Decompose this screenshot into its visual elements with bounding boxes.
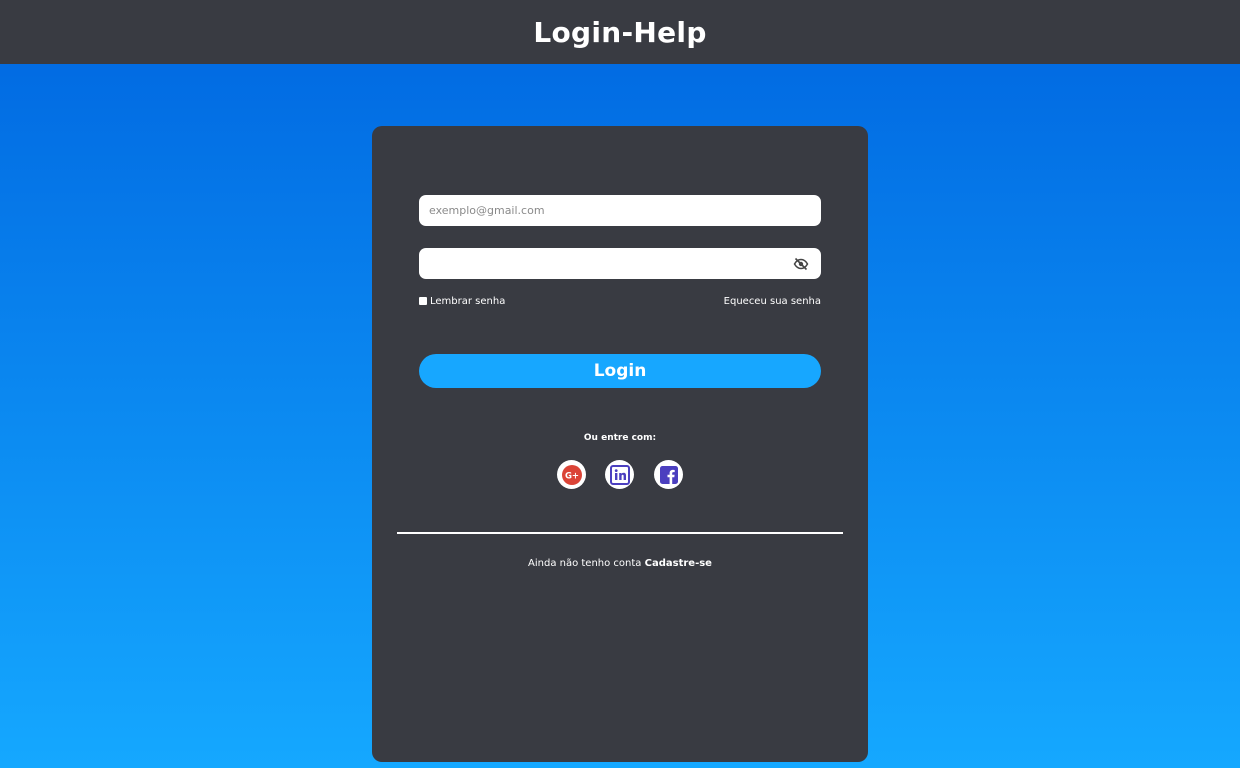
email-field-container bbox=[419, 195, 821, 226]
facebook-button[interactable] bbox=[654, 460, 683, 489]
signup-row: Ainda não tenho conta Cadastre-se bbox=[372, 558, 868, 569]
login-button[interactable]: Login bbox=[419, 354, 821, 388]
password-field-container bbox=[419, 248, 821, 279]
login-card: Lembrar senha Equeceu sua senha Login Ou… bbox=[372, 126, 868, 762]
remember-label: Lembrar senha bbox=[430, 295, 506, 307]
social-login-buttons: G+ bbox=[372, 460, 868, 490]
google-plus-icon: G+ bbox=[561, 464, 582, 485]
email-input[interactable] bbox=[419, 195, 821, 226]
header-bar: Login-Help bbox=[0, 0, 1240, 64]
app-title: Login-Help bbox=[533, 15, 707, 49]
remember-checkbox[interactable] bbox=[419, 297, 427, 305]
signup-prompt: Ainda não tenho conta bbox=[528, 558, 642, 569]
facebook-icon bbox=[659, 465, 678, 484]
remember-checkbox-label[interactable]: Lembrar senha bbox=[419, 296, 505, 307]
forgot-password-link[interactable]: Equeceu sua senha bbox=[724, 296, 821, 307]
eye-slash-icon[interactable] bbox=[793, 256, 809, 272]
linkedin-button[interactable] bbox=[605, 460, 634, 489]
signup-link[interactable]: Cadastre-se bbox=[645, 558, 712, 569]
password-input[interactable] bbox=[419, 248, 821, 279]
google-plus-button[interactable]: G+ bbox=[557, 460, 586, 489]
linkedin-icon bbox=[609, 464, 630, 485]
svg-text:G+: G+ bbox=[564, 471, 578, 481]
options-row: Lembrar senha Equeceu sua senha bbox=[419, 294, 821, 308]
social-login-label: Ou entre com: bbox=[583, 433, 657, 443]
divider bbox=[397, 532, 843, 534]
